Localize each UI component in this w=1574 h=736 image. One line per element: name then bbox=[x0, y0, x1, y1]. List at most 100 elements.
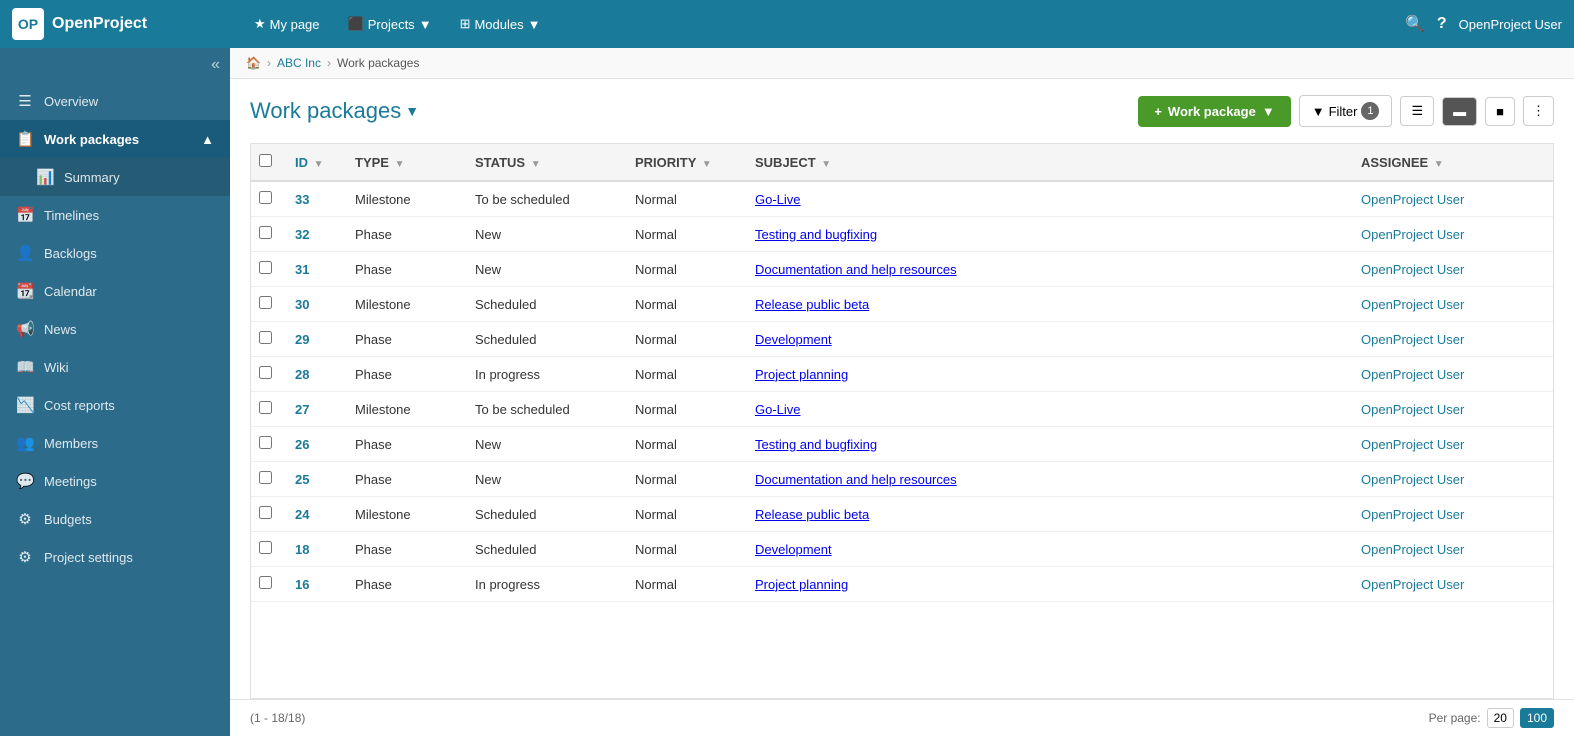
row-checkbox[interactable] bbox=[259, 191, 272, 204]
col-assignee-header[interactable]: ASSIGNEE ▼ bbox=[1353, 144, 1553, 181]
work-package-subject-link[interactable]: Testing and bugfixing bbox=[755, 227, 877, 242]
sidebar-item-calendar[interactable]: 📆 Calendar bbox=[0, 272, 230, 310]
work-package-subject-link[interactable]: Project planning bbox=[755, 367, 848, 382]
filter-button[interactable]: ▼ Filter 1 bbox=[1299, 95, 1393, 127]
work-package-subject-link[interactable]: Development bbox=[755, 542, 832, 557]
sidebar-item-wiki[interactable]: 📖 Wiki bbox=[0, 348, 230, 386]
row-checkbox[interactable] bbox=[259, 506, 272, 519]
row-checkbox[interactable] bbox=[259, 331, 272, 344]
row-assignee[interactable]: OpenProject User bbox=[1353, 427, 1553, 462]
row-assignee[interactable]: OpenProject User bbox=[1353, 497, 1553, 532]
assignee-link[interactable]: OpenProject User bbox=[1361, 542, 1464, 557]
sidebar-item-work-packages[interactable]: 📋 Work packages ▲ bbox=[0, 120, 230, 158]
row-id[interactable]: 29 bbox=[287, 322, 347, 357]
work-package-id-link[interactable]: 30 bbox=[295, 297, 309, 312]
row-checkbox-cell[interactable] bbox=[251, 217, 287, 252]
row-checkbox-cell[interactable] bbox=[251, 357, 287, 392]
assignee-link[interactable]: OpenProject User bbox=[1361, 367, 1464, 382]
row-id[interactable]: 31 bbox=[287, 252, 347, 287]
col-id-header[interactable]: ID ▼ bbox=[287, 144, 347, 181]
row-subject[interactable]: Release public beta bbox=[747, 287, 1353, 322]
work-package-subject-link[interactable]: Documentation and help resources bbox=[755, 262, 957, 277]
row-assignee[interactable]: OpenProject User bbox=[1353, 532, 1553, 567]
sidebar-item-meetings[interactable]: 💬 Meetings bbox=[0, 462, 230, 500]
work-package-id-link[interactable]: 24 bbox=[295, 507, 309, 522]
app-logo[interactable]: OP OpenProject bbox=[12, 8, 242, 40]
search-icon[interactable]: 🔍 bbox=[1405, 14, 1425, 34]
row-subject[interactable]: Release public beta bbox=[747, 497, 1353, 532]
sidebar-item-timelines[interactable]: 📅 Timelines bbox=[0, 196, 230, 234]
view-list-button[interactable]: ☰ bbox=[1400, 96, 1434, 126]
assignee-link[interactable]: OpenProject User bbox=[1361, 332, 1464, 347]
row-id[interactable]: 18 bbox=[287, 532, 347, 567]
work-package-subject-link[interactable]: Documentation and help resources bbox=[755, 472, 957, 487]
row-subject[interactable]: Go-Live bbox=[747, 181, 1353, 217]
work-package-id-link[interactable]: 33 bbox=[295, 192, 309, 207]
row-id[interactable]: 25 bbox=[287, 462, 347, 497]
sidebar-item-summary[interactable]: 📊 Summary bbox=[0, 158, 230, 196]
work-package-subject-link[interactable]: Release public beta bbox=[755, 297, 869, 312]
assignee-link[interactable]: OpenProject User bbox=[1361, 262, 1464, 277]
work-package-id-link[interactable]: 16 bbox=[295, 577, 309, 592]
row-id[interactable]: 30 bbox=[287, 287, 347, 322]
row-assignee[interactable]: OpenProject User bbox=[1353, 217, 1553, 252]
row-assignee[interactable]: OpenProject User bbox=[1353, 462, 1553, 497]
per-page-20-button[interactable]: 20 bbox=[1487, 708, 1514, 728]
row-subject[interactable]: Development bbox=[747, 322, 1353, 357]
row-checkbox-cell[interactable] bbox=[251, 532, 287, 567]
assignee-link[interactable]: OpenProject User bbox=[1361, 402, 1464, 417]
row-id[interactable]: 32 bbox=[287, 217, 347, 252]
sidebar-item-members[interactable]: 👥 Members bbox=[0, 424, 230, 462]
sidebar-item-news[interactable]: 📢 News bbox=[0, 310, 230, 348]
col-type-header[interactable]: TYPE ▼ bbox=[347, 144, 467, 181]
row-subject[interactable]: Development bbox=[747, 532, 1353, 567]
row-id[interactable]: 28 bbox=[287, 357, 347, 392]
row-subject[interactable]: Go-Live bbox=[747, 392, 1353, 427]
per-page-100-button[interactable]: 100 bbox=[1520, 708, 1554, 728]
row-assignee[interactable]: OpenProject User bbox=[1353, 357, 1553, 392]
select-all-checkbox[interactable] bbox=[259, 154, 272, 167]
work-package-id-link[interactable]: 26 bbox=[295, 437, 309, 452]
row-assignee[interactable]: OpenProject User bbox=[1353, 181, 1553, 217]
help-icon[interactable]: ? bbox=[1437, 15, 1447, 33]
assignee-link[interactable]: OpenProject User bbox=[1361, 297, 1464, 312]
sidebar-item-cost-reports[interactable]: 📉 Cost reports bbox=[0, 386, 230, 424]
row-checkbox[interactable] bbox=[259, 541, 272, 554]
work-package-subject-link[interactable]: Development bbox=[755, 332, 832, 347]
sidebar-collapse[interactable]: « bbox=[0, 48, 230, 82]
work-package-subject-link[interactable]: Go-Live bbox=[755, 402, 801, 417]
row-checkbox[interactable] bbox=[259, 471, 272, 484]
col-check[interactable] bbox=[251, 144, 287, 181]
row-checkbox-cell[interactable] bbox=[251, 252, 287, 287]
home-icon[interactable]: 🏠 bbox=[246, 56, 261, 70]
row-id[interactable]: 16 bbox=[287, 567, 347, 602]
add-work-package-button[interactable]: + + Work package Work package ▼ bbox=[1138, 96, 1290, 127]
row-id[interactable]: 24 bbox=[287, 497, 347, 532]
work-package-id-link[interactable]: 27 bbox=[295, 402, 309, 417]
row-checkbox-cell[interactable] bbox=[251, 462, 287, 497]
row-checkbox-cell[interactable] bbox=[251, 287, 287, 322]
assignee-link[interactable]: OpenProject User bbox=[1361, 472, 1464, 487]
row-checkbox[interactable] bbox=[259, 226, 272, 239]
assignee-link[interactable]: OpenProject User bbox=[1361, 192, 1464, 207]
work-package-subject-link[interactable]: Release public beta bbox=[755, 507, 869, 522]
row-checkbox[interactable] bbox=[259, 366, 272, 379]
row-checkbox[interactable] bbox=[259, 576, 272, 589]
title-chevron-icon[interactable]: ▼ bbox=[405, 103, 419, 119]
work-package-id-link[interactable]: 25 bbox=[295, 472, 309, 487]
col-priority-header[interactable]: PRIORITY ▼ bbox=[627, 144, 747, 181]
row-assignee[interactable]: OpenProject User bbox=[1353, 392, 1553, 427]
collapse-button[interactable]: « bbox=[211, 56, 220, 74]
row-checkbox[interactable] bbox=[259, 296, 272, 309]
row-checkbox[interactable] bbox=[259, 436, 272, 449]
work-package-subject-link[interactable]: Go-Live bbox=[755, 192, 801, 207]
col-status-header[interactable]: STATUS ▼ bbox=[467, 144, 627, 181]
assignee-link[interactable]: OpenProject User bbox=[1361, 437, 1464, 452]
work-package-id-link[interactable]: 18 bbox=[295, 542, 309, 557]
row-checkbox-cell[interactable] bbox=[251, 322, 287, 357]
row-id[interactable]: 33 bbox=[287, 181, 347, 217]
row-subject[interactable]: Testing and bugfixing bbox=[747, 217, 1353, 252]
sidebar-item-overview[interactable]: ☰ Overview bbox=[0, 82, 230, 120]
row-subject[interactable]: Documentation and help resources bbox=[747, 252, 1353, 287]
sidebar-item-backlogs[interactable]: 👤 Backlogs bbox=[0, 234, 230, 272]
